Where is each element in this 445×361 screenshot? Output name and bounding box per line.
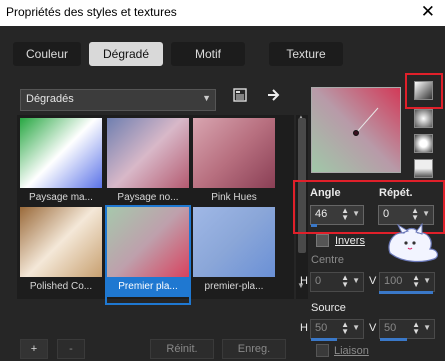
repeat-spinner[interactable]: 0 ▲ ▼ ▼ xyxy=(378,205,434,225)
gradient-item[interactable]: Paysage ma... xyxy=(20,118,102,214)
gradient-label: Premier pla... xyxy=(107,277,189,297)
gradient-label: Pink Hues xyxy=(211,192,257,203)
spin-arrows-icon[interactable]: ▲ ▼ xyxy=(341,321,349,336)
chevron-down-icon[interactable]: ▼ xyxy=(352,276,360,285)
center-h-value: 0 xyxy=(315,275,322,287)
gradient-category-value: Dégradés xyxy=(26,93,74,105)
gradient-swatch xyxy=(20,118,102,188)
chevron-down-icon: ▼ xyxy=(202,93,211,103)
tab-texture[interactable]: Texture xyxy=(269,42,343,66)
source-label: Source xyxy=(311,302,346,314)
center-label: Centre xyxy=(311,254,345,266)
angle-label: Angle xyxy=(310,187,341,199)
gradient-swatch xyxy=(193,207,275,277)
gradient-label: Paysage ma... xyxy=(29,192,93,203)
gradient-item[interactable]: premier-pla... xyxy=(193,207,275,303)
link-label: Liaison xyxy=(334,345,369,357)
source-h-value: 50 xyxy=(315,322,328,334)
chevron-down-icon[interactable]: ▼ xyxy=(423,276,431,285)
invert-label: Invers xyxy=(335,235,365,247)
spin-arrows-icon[interactable]: ▲ ▼ xyxy=(412,274,420,289)
center-h-label: H xyxy=(300,275,308,287)
source-v-label: V xyxy=(369,322,377,334)
save-button[interactable]: Enreg. xyxy=(222,339,286,359)
close-icon[interactable]: ✕ xyxy=(421,2,435,22)
gradient-swatch xyxy=(107,207,189,277)
invert-checkbox[interactable] xyxy=(316,234,329,247)
center-v-spinner[interactable]: 100 ▲ ▼ ▼ xyxy=(379,272,435,292)
gradient-label: Polished Co... xyxy=(29,281,93,292)
repeat-value: 0 xyxy=(383,208,390,220)
mascot-watermark-icon xyxy=(382,222,444,268)
source-h-spinner[interactable]: 50 ▲ ▼ ▼ xyxy=(310,319,364,339)
add-gradient-button[interactable]: + xyxy=(20,339,48,359)
rectangular-style-button[interactable] xyxy=(414,109,433,128)
gradient-preview[interactable] xyxy=(311,87,401,173)
gradient-swatch xyxy=(20,207,102,277)
gradient-item[interactable]: Pink Hues xyxy=(193,118,275,214)
spin-arrows-icon[interactable]: ▲ ▼ xyxy=(412,321,420,336)
gradient-label: Paysage no... xyxy=(117,192,179,203)
remove-gradient-button[interactable]: - xyxy=(57,339,85,359)
center-v-slider[interactable] xyxy=(379,291,433,294)
source-v-spinner[interactable]: 50 ▲ ▼ ▼ xyxy=(379,319,435,339)
sunburst-style-button[interactable] xyxy=(414,134,433,153)
chevron-down-icon[interactable]: ▼ xyxy=(423,323,431,332)
gradient-item[interactable]: Polished Co... xyxy=(20,207,102,303)
tab-couleur[interactable]: Couleur xyxy=(13,42,81,66)
linear-style-highlight xyxy=(405,73,443,109)
tab-degrade[interactable]: Dégradé xyxy=(89,42,163,66)
link-checkbox[interactable] xyxy=(316,344,329,357)
gradient-label: premier-pla... xyxy=(204,281,264,292)
arrow-right-icon[interactable] xyxy=(266,87,282,106)
source-h-slider[interactable] xyxy=(311,338,337,341)
chevron-down-icon[interactable]: ▼ xyxy=(352,323,360,332)
center-v-label: V xyxy=(369,275,377,287)
radial-style-button[interactable] xyxy=(414,159,433,178)
angle-slider[interactable] xyxy=(311,224,317,227)
gradient-editor-icon[interactable] xyxy=(232,87,248,106)
spin-arrows-icon[interactable]: ▲ ▼ xyxy=(341,207,349,222)
title-bar: Propriétés des styles et textures ✕ xyxy=(0,0,445,26)
gradient-swatch xyxy=(107,118,189,188)
gradient-swatch xyxy=(193,118,275,188)
repeat-label: Répét. xyxy=(379,187,413,199)
chevron-down-icon[interactable]: ▼ xyxy=(352,209,360,218)
spin-arrows-icon[interactable]: ▲ ▼ xyxy=(341,274,349,289)
gradient-category-select[interactable]: Dégradés ▼ xyxy=(20,89,216,111)
source-v-value: 50 xyxy=(384,322,397,334)
reset-button[interactable]: Réinit. xyxy=(150,339,214,359)
tab-motif[interactable]: Motif xyxy=(171,42,245,66)
angle-spinner[interactable]: 46 ▲ ▼ ▼ xyxy=(310,205,364,225)
window-title: Propriétés des styles et textures xyxy=(6,5,177,19)
center-h-spinner[interactable]: 0 ▲ ▼ ▼ xyxy=(310,272,364,292)
chevron-down-icon[interactable]: ▼ xyxy=(422,209,430,218)
gradient-item[interactable]: Paysage no... xyxy=(107,118,189,214)
gradient-list: Paysage ma... Paysage no... Pink Hues Po… xyxy=(17,115,294,305)
gradient-item-selected[interactable]: Premier pla... xyxy=(105,205,191,305)
source-h-label: H xyxy=(300,322,308,334)
spin-arrows-icon[interactable]: ▲ ▼ xyxy=(411,207,419,222)
angle-value: 46 xyxy=(315,208,328,220)
source-v-slider[interactable] xyxy=(380,338,407,341)
center-v-value: 100 xyxy=(384,275,403,287)
